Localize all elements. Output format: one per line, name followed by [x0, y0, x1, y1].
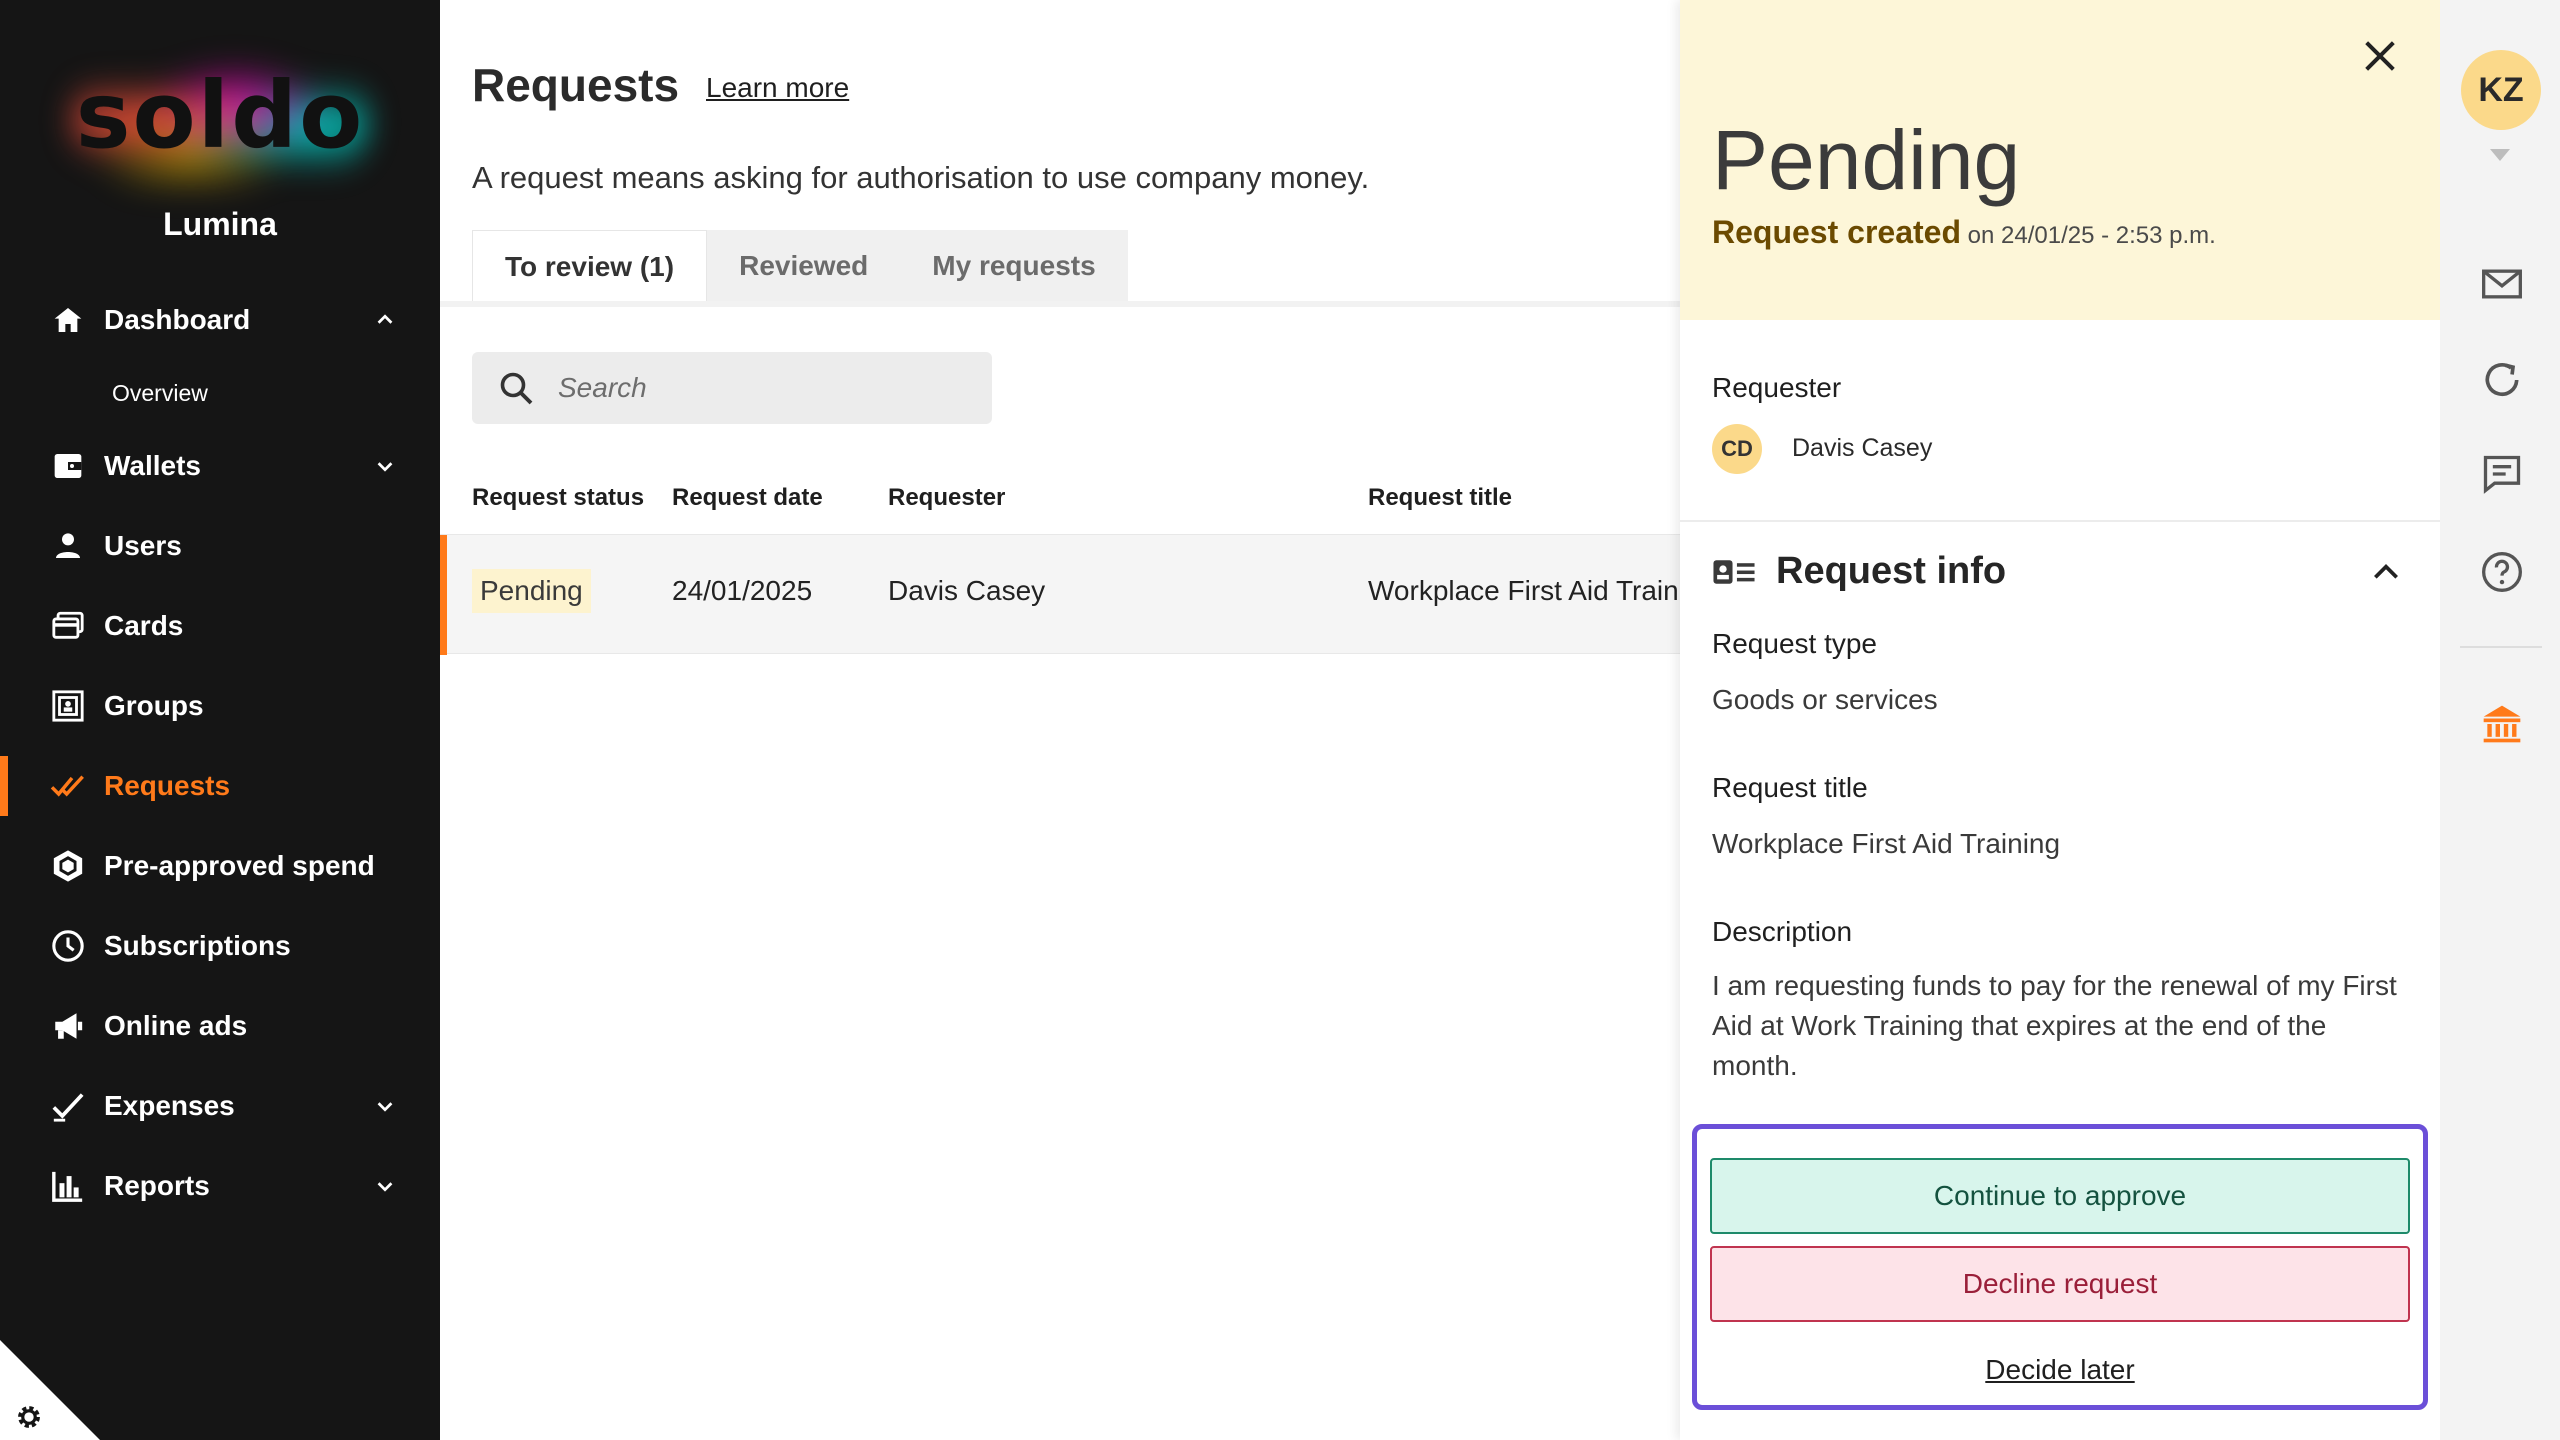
wallet-icon	[48, 446, 88, 486]
sidebar: soldo Lumina Dashboard Overview Wallets	[0, 0, 440, 1440]
search-box	[472, 352, 992, 424]
sidebar-item-pre-approved-spend[interactable]: Pre-approved spend	[0, 836, 440, 896]
sidebar-item-online-ads[interactable]: Online ads	[0, 996, 440, 1056]
table-row[interactable]: Pending 24/01/2025 Davis Casey Workplace…	[440, 534, 1685, 655]
home-icon	[48, 300, 88, 340]
request-type-value: Goods or services	[1712, 684, 1938, 715]
sidebar-item-label: Online ads	[104, 1010, 248, 1041]
divider	[1680, 520, 2440, 522]
search-input[interactable]	[558, 366, 958, 410]
cell-title: Workplace First Aid Traini	[1368, 575, 1685, 606]
chat-icon[interactable]	[2480, 452, 2524, 496]
column-header-requester[interactable]: Requester	[888, 484, 1005, 512]
sidebar-item-label: Cards	[104, 610, 184, 641]
user-avatar[interactable]: KZ	[2461, 50, 2541, 130]
page-title: Requests	[472, 59, 680, 111]
search-icon	[498, 370, 534, 406]
sidebar-subitem-overview[interactable]: Overview	[112, 380, 208, 407]
double-check-icon	[48, 766, 88, 806]
sidebar-item-label: Dashboard	[104, 304, 251, 335]
chevron-down-icon[interactable]	[370, 451, 400, 481]
organization-name: Lumina	[163, 206, 277, 242]
learn-more-link[interactable]: Learn more	[706, 72, 849, 104]
request-info-title: Request info	[1776, 550, 2007, 592]
requester-name: Davis Casey	[1792, 434, 1933, 462]
decline-request-button[interactable]: Decline request	[1710, 1246, 2410, 1322]
requester-label: Requester	[1712, 372, 1842, 403]
description-label: Description	[1712, 916, 1853, 947]
sidebar-item-reports[interactable]: Reports	[0, 1156, 440, 1216]
sidebar-item-label: Reports	[104, 1170, 210, 1201]
sidebar-item-label: Pre-approved spend	[104, 850, 375, 881]
mail-icon[interactable]	[2480, 262, 2524, 306]
column-header-title[interactable]: Request title	[1368, 484, 1512, 512]
logo-text: soldo	[75, 62, 365, 169]
refresh-icon[interactable]	[2480, 358, 2524, 402]
panel-header: Pending Request created on 24/01/25 - 2:…	[1680, 0, 2440, 320]
chevron-up-icon[interactable]	[370, 305, 400, 335]
rail-divider	[2460, 646, 2542, 648]
sidebar-item-requests[interactable]: Requests	[0, 756, 440, 816]
decide-later-link[interactable]: Decide later	[1680, 1354, 2440, 1386]
groups-icon	[48, 686, 88, 726]
help-icon[interactable]	[2480, 550, 2524, 594]
bar-chart-icon	[48, 1166, 88, 1206]
status-title: Pending	[1712, 113, 2021, 207]
sidebar-item-label: Requests	[104, 770, 231, 801]
megaphone-icon	[48, 1006, 88, 1046]
tab-reviewed[interactable]: Reviewed	[707, 230, 901, 302]
main-content: Requests Learn more A request means aski…	[440, 0, 1685, 1440]
request-detail-panel: Pending Request created on 24/01/25 - 2:…	[1680, 0, 2440, 1440]
tab-my-requests[interactable]: My requests	[900, 230, 1128, 302]
avatar: CD	[1712, 424, 1762, 474]
column-header-date[interactable]: Request date	[672, 484, 823, 512]
hexagon-check-icon	[48, 846, 88, 886]
request-type-label: Request type	[1712, 628, 1877, 659]
chevron-up-icon[interactable]	[2370, 556, 2402, 588]
user-icon	[48, 526, 88, 566]
gear-icon[interactable]	[14, 1402, 44, 1432]
created-label: Request created	[1712, 214, 1961, 250]
column-header-status[interactable]: Request status	[472, 484, 644, 512]
id-card-icon	[1712, 556, 1756, 588]
description-value: I am requesting funds to pay for the ren…	[1712, 970, 2397, 1081]
sidebar-item-label: Wallets	[104, 450, 201, 481]
sidebar-item-cards[interactable]: Cards	[0, 596, 440, 656]
cell-requester: Davis Casey	[888, 575, 1046, 606]
check-icon	[48, 1086, 88, 1126]
caret-down-icon[interactable]	[2490, 148, 2510, 161]
sidebar-item-label: Groups	[104, 690, 204, 721]
chevron-down-icon[interactable]	[370, 1171, 400, 1201]
settings-corner[interactable]	[0, 1340, 100, 1440]
chevron-down-icon[interactable]	[370, 1091, 400, 1121]
created-date: on 24/01/25 - 2:53 p.m.	[1967, 222, 2216, 249]
close-icon[interactable]	[2360, 36, 2400, 76]
request-title-label: Request title	[1712, 772, 1868, 803]
status-badge: Pending	[472, 569, 591, 613]
tab-to-review[interactable]: To review (1)	[472, 230, 708, 302]
sidebar-item-users[interactable]: Users	[0, 516, 440, 576]
sidebar-item-dashboard[interactable]: Dashboard	[0, 290, 440, 350]
request-tabs: To review (1) Reviewed My requests	[472, 230, 1128, 302]
right-rail: KZ	[2440, 0, 2560, 1440]
continue-to-approve-button[interactable]: Continue to approve	[1710, 1158, 2410, 1234]
sidebar-item-subscriptions[interactable]: Subscriptions	[0, 916, 440, 976]
card-icon	[48, 606, 88, 646]
sidebar-item-groups[interactable]: Groups	[0, 676, 440, 736]
tab-divider	[440, 301, 1680, 307]
sidebar-item-expenses[interactable]: Expenses	[0, 1076, 440, 1136]
sidebar-item-label: Expenses	[104, 1090, 235, 1121]
created-line: Request created on 24/01/25 - 2:53 p.m.	[1712, 214, 2216, 251]
page-subtitle: A request means asking for authorisation…	[472, 160, 1370, 195]
cell-date: 24/01/2025	[672, 575, 813, 606]
sidebar-item-label: Users	[104, 530, 182, 561]
sidebar-item-wallets[interactable]: Wallets	[0, 436, 440, 496]
clock-icon	[48, 926, 88, 966]
logo: soldo	[60, 50, 380, 200]
request-title-value: Workplace First Aid Training	[1712, 828, 2061, 859]
sidebar-item-label: Subscriptions	[104, 930, 291, 961]
bank-icon[interactable]	[2480, 702, 2524, 746]
